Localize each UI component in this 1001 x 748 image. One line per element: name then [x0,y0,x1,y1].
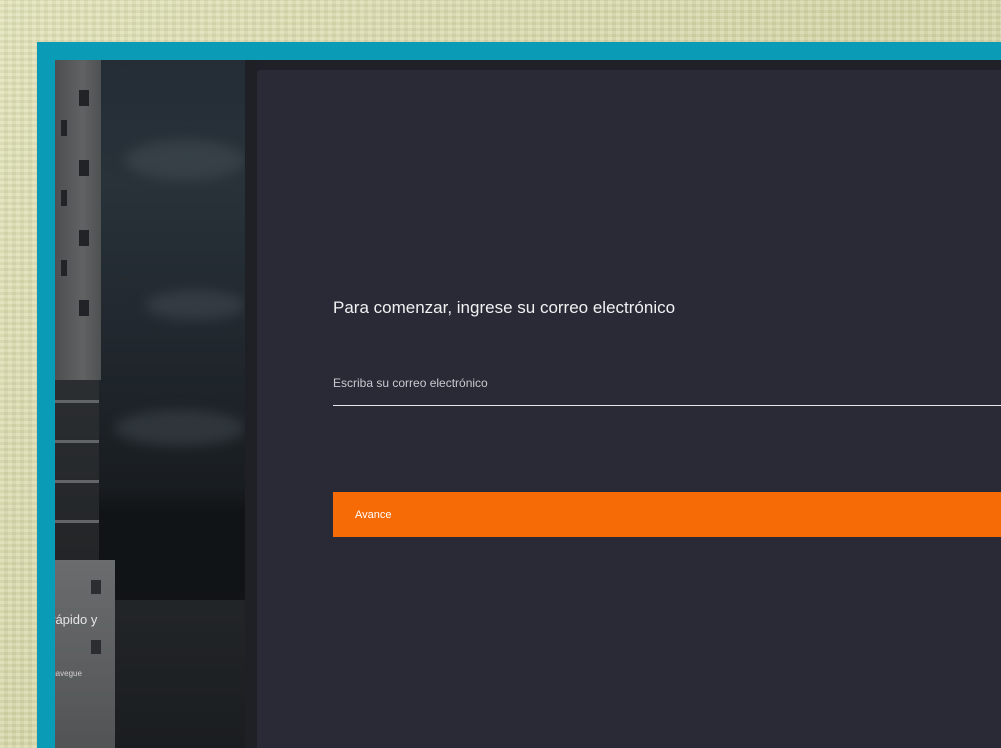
advance-button[interactable]: Avance [333,492,1001,537]
email-field[interactable] [333,370,1001,406]
promo-subtitle: y navegue [55,669,82,678]
promo-title: s rápido y [55,612,98,627]
background-photo-panel: s rápido y y navegue [55,60,245,748]
panel-divider [245,60,257,748]
screen-frame: s rápido y y navegue Para comenzar, ingr… [37,42,1001,748]
signin-form-card: Para comenzar, ingrese su correo electró… [257,70,1001,748]
app-screen: s rápido y y navegue Para comenzar, ingr… [55,60,1001,748]
form-heading: Para comenzar, ingrese su correo electró… [333,298,676,317]
photo-dark-overlay [55,60,245,748]
